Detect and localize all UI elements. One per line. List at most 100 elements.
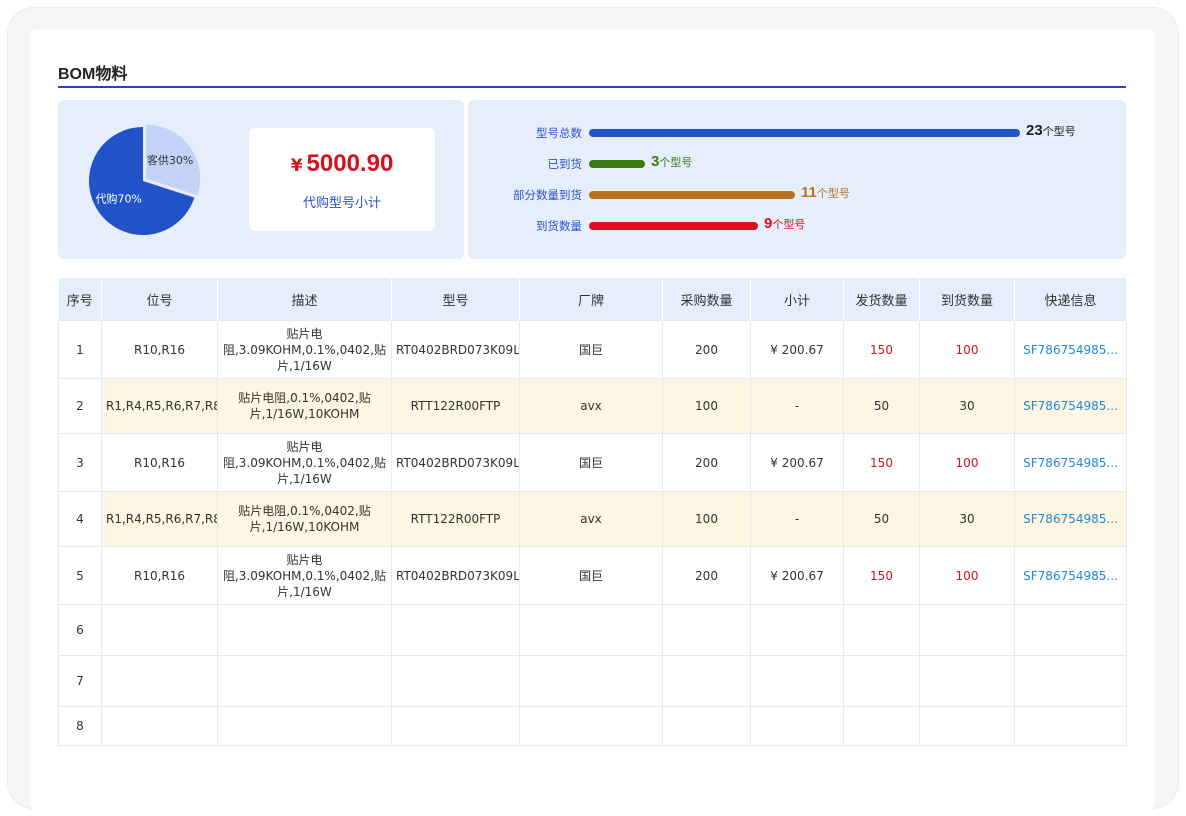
row-arrived: 100 [919, 546, 1015, 605]
row-ref: R1,R4,R5,R6,R7,R8,R12,R... [101, 378, 218, 434]
row-brand: avx [519, 378, 663, 434]
row-desc: 贴片电阻,3.09KOHM,0.1%,0402,贴片,1/16W [217, 546, 392, 605]
column-header: 到货数量 [919, 278, 1015, 321]
table-row[interactable]: 5 R10,R16 贴片电阻,3.09KOHM,0.1%,0402,贴片,1/16W… [58, 546, 1127, 605]
table-row[interactable]: 2R1,R4,R5,R6,R7,R8,R12,R...贴片电阻,0.1%,040… [58, 378, 1127, 434]
bom-table-wrapper: 序号 位号 描述 型号 厂牌 采购数量 小计 发货数量 到货数量 快递信息 1 R10,R16 贴片电… [58, 278, 1127, 746]
row-arrived [919, 655, 1015, 707]
bom-table: 序号 位号 描述 型号 厂牌 采购数量 小计 发货数量 到货数量 快递信息 1 R10,R16 贴片电… [58, 278, 1127, 746]
bar-row: 到货数量 9个型号 [468, 215, 1118, 236]
bar-row: 已到货 3个型号 [468, 153, 1118, 174]
row-index: 3 [58, 433, 102, 492]
row-ref [101, 655, 218, 707]
row-desc: 贴片电阻,0.1%,0402,贴片,1/16W,10KOHM [217, 378, 392, 434]
bar-fill [589, 129, 1020, 137]
title-divider [58, 86, 1126, 88]
row-shipped [843, 655, 920, 707]
row-brand [519, 655, 663, 707]
column-header: 描述 [217, 278, 392, 321]
row-ref: R10,R16 [101, 433, 218, 492]
row-index: 7 [58, 655, 102, 707]
column-header: 小计 [750, 278, 844, 321]
row-model [391, 655, 520, 707]
column-header: 序号 [58, 278, 102, 321]
row-arrived: 30 [919, 491, 1015, 547]
row-shipped [843, 604, 920, 656]
summary-right-panel: 型号总数 23个型号 已到货 3个型号 部分数量到货 11个型号 到货数量 9个型号 [468, 100, 1126, 259]
table-row[interactable]: 8 [58, 706, 1127, 746]
row-brand [519, 604, 663, 656]
row-ref: R1,R4,R5,R6,R7,R8,R12,R... [101, 491, 218, 547]
row-desc [217, 604, 392, 656]
bar-value-number: 23 [1026, 122, 1043, 139]
row-index: 5 [58, 546, 102, 605]
table-row[interactable]: 4R1,R4,R5,R6,R7,R8,R12,R...贴片电阻,0.1%,040… [58, 491, 1127, 547]
row-ref: R10,R16 [101, 546, 218, 605]
row-desc [217, 655, 392, 707]
row-brand [519, 706, 663, 746]
row-subtotal: ¥ 200.67 [750, 546, 844, 605]
bar-fill [589, 160, 645, 168]
bom-card: BOM物料 代购70% 客供30% ¥5000.90 代购型号小计 型号总数 23个… [30, 29, 1155, 809]
bar-value: 9个型号 [764, 215, 805, 233]
bar-value: 11个型号 [801, 184, 850, 202]
row-model: RT0402BRD073K09L [391, 433, 520, 492]
row-desc: 贴片电阻,3.09KOHM,0.1%,0402,贴片,1/16W [217, 433, 392, 492]
column-header: 位号 [101, 278, 218, 321]
row-subtotal [750, 604, 844, 656]
row-express[interactable]: SF786754985... [1014, 433, 1127, 492]
table-row[interactable]: 3 R10,R16 贴片电阻,3.09KOHM,0.1%,0402,贴片,1/16W… [58, 433, 1127, 492]
bar-fill [589, 222, 758, 230]
table-row[interactable]: 6 [58, 604, 1127, 656]
row-arrived: 100 [919, 433, 1015, 492]
row-index: 8 [58, 706, 102, 746]
row-brand: 国巨 [519, 320, 663, 379]
row-qty: 200 [662, 320, 751, 379]
row-qty: 200 [662, 546, 751, 605]
bar-value: 23个型号 [1026, 122, 1076, 140]
row-express [1014, 706, 1127, 746]
row-shipped: 50 [843, 491, 920, 547]
row-model [391, 604, 520, 656]
row-express[interactable]: SF786754985... [1014, 320, 1127, 379]
table-row[interactable]: 1 R10,R16 贴片电阻,3.09KOHM,0.1%,0402,贴片,1/16W… [58, 320, 1127, 379]
column-header: 型号 [391, 278, 520, 321]
bar-value-unit: 个型号 [772, 218, 806, 231]
row-model: RT0402BRD073K09L [391, 320, 520, 379]
subtotal-label: 代购型号小计 [302, 196, 381, 211]
bar-row: 型号总数 23个型号 [468, 122, 1118, 143]
table-row[interactable]: 7 [58, 655, 1127, 707]
row-express[interactable]: SF786754985... [1014, 378, 1127, 434]
purchase-ratio-pie-chart: 代购70% 客供30% [89, 124, 201, 235]
summary-left-panel: 代购70% 客供30% ¥5000.90 代购型号小计 [58, 100, 464, 259]
row-desc: 贴片电阻,0.1%,0402,贴片,1/16W,10KOHM [217, 491, 392, 547]
row-qty: 200 [662, 433, 751, 492]
table-header-row: 序号 位号 描述 型号 厂牌 采购数量 小计 发货数量 到货数量 快递信息 [58, 278, 1127, 321]
row-shipped: 150 [843, 320, 920, 379]
row-index: 2 [58, 378, 102, 434]
row-qty [662, 655, 751, 707]
row-model [391, 706, 520, 746]
row-index: 1 [58, 320, 102, 379]
row-brand: 国巨 [519, 433, 663, 492]
bar-label: 部分数量到货 [513, 188, 582, 202]
column-header: 厂牌 [519, 278, 663, 321]
section-title: BOM物料 [58, 66, 128, 83]
row-subtotal: ¥ 200.67 [750, 320, 844, 379]
column-header: 快递信息 [1014, 278, 1127, 321]
row-desc: 贴片电阻,3.09KOHM,0.1%,0402,贴片,1/16W [217, 320, 392, 379]
bar-label: 型号总数 [536, 126, 582, 140]
row-arrived: 30 [919, 378, 1015, 434]
row-express[interactable]: SF786754985... [1014, 546, 1127, 605]
row-index: 6 [58, 604, 102, 656]
subtotal-card: ¥5000.90 代购型号小计 [249, 128, 435, 231]
bar-label: 已到货 [547, 157, 583, 171]
bar-value-unit: 个型号 [1042, 125, 1076, 138]
row-express[interactable]: SF786754985... [1014, 491, 1127, 547]
row-express [1014, 655, 1127, 707]
row-subtotal [750, 706, 844, 746]
row-ref: R10,R16 [101, 320, 218, 379]
column-header: 采购数量 [662, 278, 751, 321]
row-subtotal [750, 655, 844, 707]
bar-value-unit: 个型号 [659, 156, 693, 169]
